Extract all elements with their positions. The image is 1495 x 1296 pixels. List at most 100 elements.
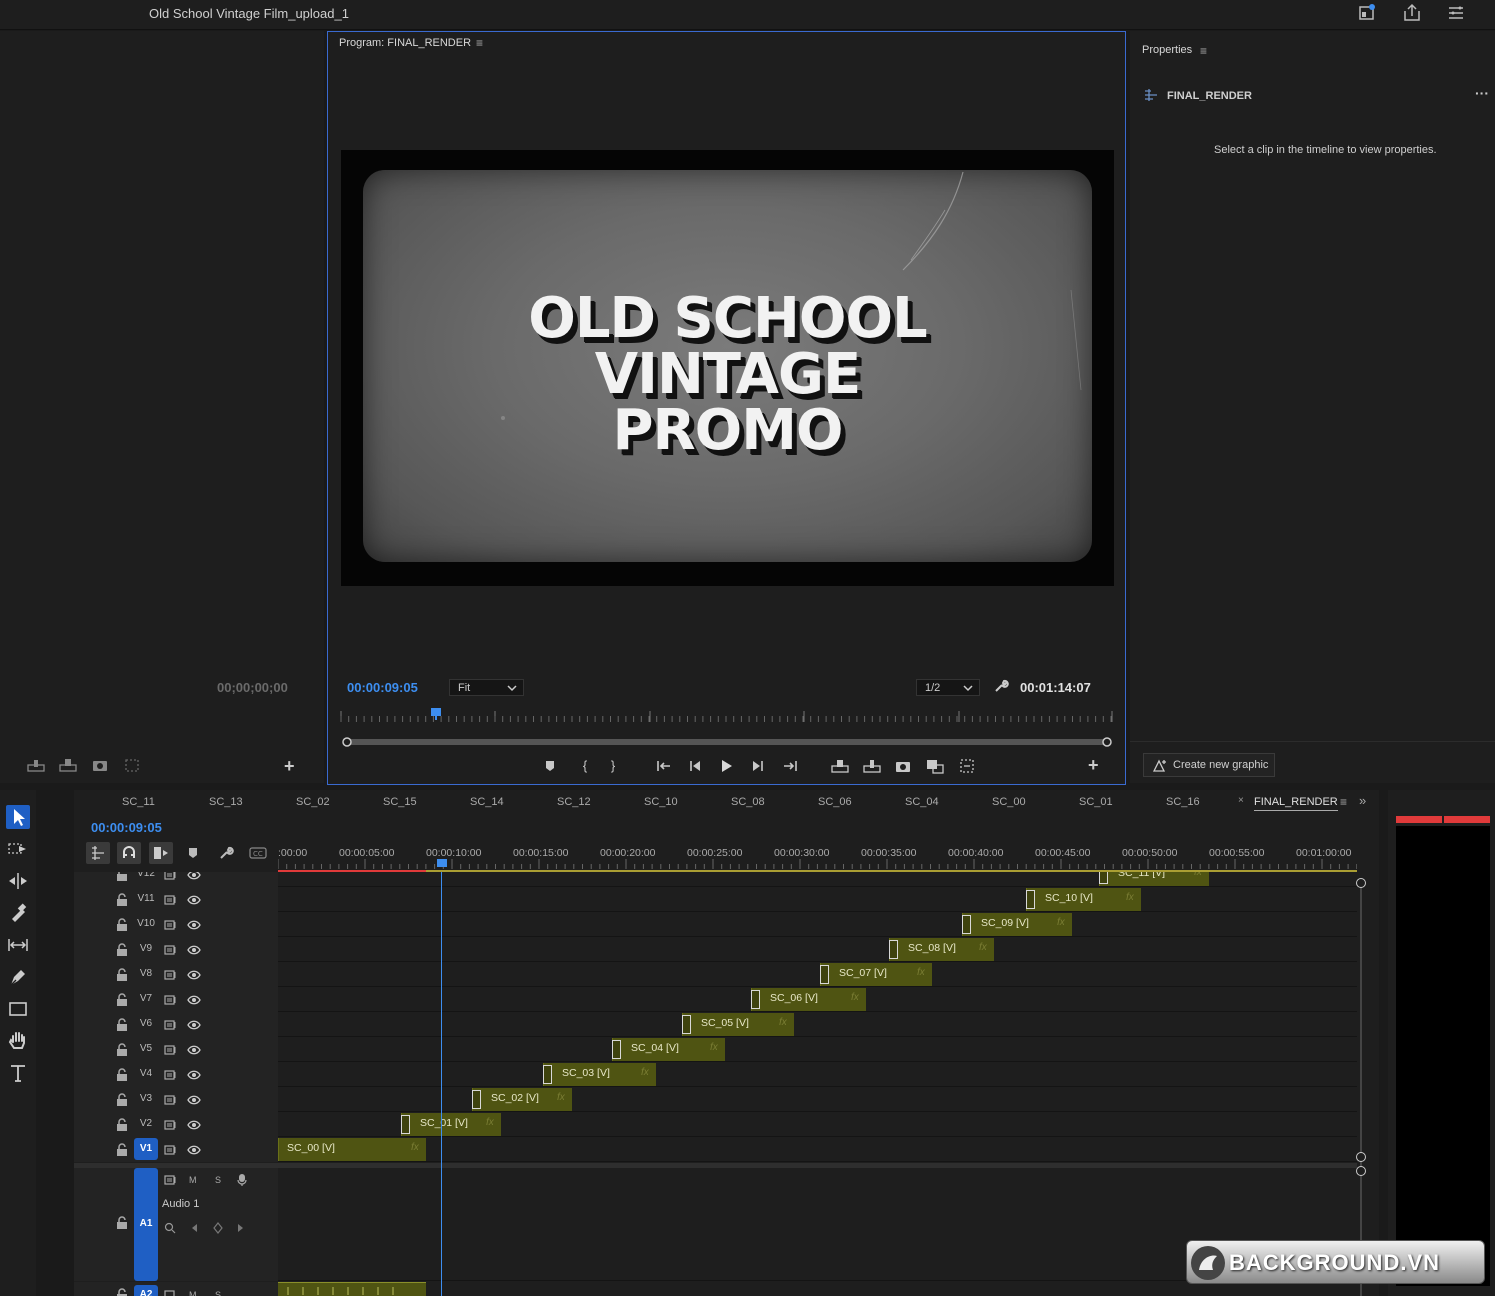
rectangle-tool-icon[interactable] [6, 997, 30, 1021]
tab-sc-04[interactable]: SC_04 [905, 796, 939, 808]
tab-sc-02[interactable]: SC_02 [296, 796, 330, 808]
scrollbar-bottom-handle[interactable] [1356, 1166, 1366, 1176]
lock-icon[interactable] [116, 1093, 128, 1107]
video-clip[interactable]: SC_01 [V] fx [401, 1113, 501, 1136]
export-frame-icon[interactable] [894, 757, 912, 775]
sync-lock-icon[interactable] [164, 1174, 178, 1186]
timeline-playhead-marker[interactable] [437, 859, 447, 867]
sync-lock-icon[interactable] [164, 1069, 178, 1081]
razor-tool-icon[interactable] [6, 901, 30, 925]
voiceover-mic-icon[interactable] [236, 1173, 248, 1187]
clip-trim-handle-icon[interactable] [543, 1065, 552, 1084]
snap-magnet-icon[interactable] [117, 842, 141, 864]
sync-lock-icon[interactable] [164, 1019, 178, 1031]
program-playhead-marker[interactable] [431, 708, 441, 716]
tab-sc-13[interactable]: SC_13 [209, 796, 243, 808]
clip-trim-handle-icon[interactable] [820, 965, 829, 984]
captions-icon[interactable]: CC [249, 847, 267, 859]
create-new-graphic-button[interactable]: Create new graphic [1143, 753, 1275, 777]
clip-trim-handle-icon[interactable] [1099, 872, 1108, 884]
timeline-vertical-scrollbar[interactable] [1360, 882, 1362, 1296]
next-keyframe-icon[interactable] [237, 1223, 245, 1233]
step-back-icon[interactable] [686, 757, 704, 775]
properties-menu-icon[interactable]: ≡ [1200, 44, 1207, 58]
timeline-menu-icon[interactable]: ≡ [1340, 795, 1347, 809]
video-clip[interactable]: SC_03 [V] fx [543, 1063, 656, 1086]
track-label[interactable]: V6 [134, 1018, 158, 1029]
clip-trim-handle-icon[interactable] [751, 990, 760, 1009]
slip-tool-icon[interactable] [6, 933, 30, 957]
clip-trim-handle-icon[interactable] [962, 915, 971, 934]
audio-clip[interactable] [278, 1282, 426, 1296]
source-settings-icon[interactable] [123, 757, 141, 773]
eye-icon[interactable] [187, 1045, 201, 1055]
video-clip[interactable]: SC_08 [V] fx [889, 938, 994, 961]
track-label[interactable]: V5 [134, 1043, 158, 1054]
sync-lock-icon[interactable] [164, 1094, 178, 1106]
tab-sc-10[interactable]: SC_10 [644, 796, 678, 808]
timeline-ruler[interactable] [278, 859, 1357, 873]
lock-icon[interactable] [116, 968, 128, 982]
lock-icon[interactable] [116, 1068, 128, 1082]
lock-icon[interactable] [116, 1018, 128, 1032]
video-clip[interactable]: SC_05 [V] fx [682, 1013, 794, 1036]
timeline-timecode[interactable]: 00:00:09:05 [91, 820, 162, 835]
clip-trim-handle-icon[interactable] [682, 1015, 691, 1034]
eye-icon[interactable] [187, 1020, 201, 1030]
mute-button-a2[interactable]: M [189, 1290, 197, 1296]
video-clip[interactable]: SC_11 [V] fx [1099, 872, 1209, 886]
lock-icon[interactable] [116, 918, 128, 932]
source-add-button-icon[interactable]: + [284, 756, 295, 777]
eye-icon[interactable] [187, 920, 201, 930]
program-menu-icon[interactable]: ≡ [476, 36, 483, 50]
zoom-dropdown[interactable]: Fit [449, 679, 524, 696]
tab-sc-01[interactable]: SC_01 [1079, 796, 1113, 808]
clip-trim-handle-icon[interactable] [612, 1040, 621, 1059]
pen-tool-icon[interactable] [6, 965, 30, 989]
lock-icon[interactable] [116, 993, 128, 1007]
zoom-bar-left-handle[interactable] [342, 737, 352, 747]
sync-lock-icon[interactable] [164, 969, 178, 981]
tab-sc-15[interactable]: SC_15 [383, 796, 417, 808]
wrench-icon[interactable] [993, 678, 1009, 694]
tab-sc-12[interactable]: SC_12 [557, 796, 591, 808]
tab-final-render[interactable]: FINAL_RENDER [1254, 796, 1338, 811]
comparison-view-icon[interactable] [925, 757, 944, 775]
lock-icon[interactable] [116, 1288, 128, 1296]
sync-lock-icon[interactable] [164, 894, 178, 906]
more-tabs-chevron-icon[interactable]: » [1359, 793, 1366, 808]
go-to-in-icon[interactable] [655, 757, 673, 775]
source-camera-icon[interactable] [91, 757, 109, 773]
clip-trim-handle-icon[interactable] [1026, 890, 1035, 909]
ripple-edit-tool-icon[interactable] [6, 869, 30, 893]
solo-button-a2[interactable]: S [215, 1290, 221, 1296]
mute-button[interactable]: M [189, 1175, 197, 1185]
add-marker-icon[interactable] [541, 757, 559, 775]
solo-button[interactable]: S [215, 1175, 221, 1185]
panels-menu-icon[interactable] [1445, 3, 1467, 23]
scrollbar-top-handle[interactable] [1356, 878, 1366, 888]
sync-lock-icon[interactable] [164, 1144, 178, 1156]
eye-icon[interactable] [187, 1095, 201, 1105]
hand-tool-icon[interactable] [6, 1029, 30, 1053]
lock-icon[interactable] [116, 893, 128, 907]
timeline-playhead-line[interactable] [441, 872, 442, 1296]
tab-sc-14[interactable]: SC_14 [470, 796, 504, 808]
insert-icon[interactable] [26, 757, 46, 773]
eye-icon[interactable] [187, 1145, 201, 1155]
sync-lock-icon[interactable] [164, 872, 178, 881]
track-label[interactable]: V3 [134, 1093, 158, 1104]
eye-icon[interactable] [187, 872, 201, 880]
video-clip[interactable]: SC_06 [V] fx [751, 988, 866, 1011]
play-icon[interactable] [717, 757, 735, 775]
eye-icon[interactable] [187, 970, 201, 980]
eye-icon[interactable] [187, 945, 201, 955]
step-forward-icon[interactable] [749, 757, 767, 775]
workspaces-icon[interactable] [1356, 3, 1378, 23]
overwrite-icon[interactable] [58, 757, 78, 773]
sync-lock-icon[interactable] [164, 994, 178, 1006]
sync-lock-icon[interactable] [164, 1119, 178, 1131]
lock-icon[interactable] [116, 1143, 128, 1157]
extract-icon[interactable] [862, 757, 881, 775]
tab-sc-06[interactable]: SC_06 [818, 796, 852, 808]
